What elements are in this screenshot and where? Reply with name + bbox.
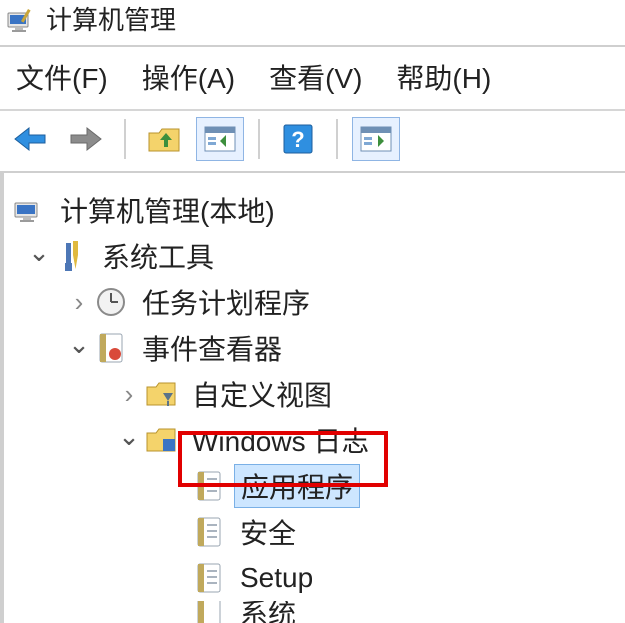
toolbar-back-button[interactable]: [6, 117, 54, 161]
tree-pane: 计算机管理(本地) 系统工具 任务计划程序: [0, 171, 625, 623]
tree-label: 安全: [234, 510, 302, 554]
expander-icon[interactable]: [64, 287, 94, 318]
system-tools-icon: [54, 240, 88, 272]
toolbar-show-pane-button[interactable]: [352, 117, 400, 161]
menu-help[interactable]: 帮助(H): [396, 57, 491, 97]
expander-icon[interactable]: [114, 425, 144, 456]
tree-label: 应用程序: [234, 464, 360, 508]
log-icon: [192, 470, 226, 502]
toolbar-separator: [336, 119, 338, 159]
toolbar-help-button[interactable]: ?: [274, 117, 322, 161]
expander-icon[interactable]: [64, 333, 94, 364]
tree-label: Setup: [234, 560, 319, 596]
tree-node-application[interactable]: 应用程序: [12, 463, 625, 509]
svg-text:?: ?: [291, 127, 304, 152]
toolbar: ?: [0, 109, 625, 171]
tree-label: 自定义视图: [186, 372, 338, 416]
toolbar-properties-button[interactable]: [196, 117, 244, 161]
log-icon: [192, 516, 226, 548]
toolbar-up-button[interactable]: [140, 117, 188, 161]
window-title: 计算机管理: [46, 0, 176, 37]
menu-action[interactable]: 操作(A): [142, 57, 235, 97]
tree-node-event-viewer[interactable]: 事件查看器: [12, 325, 625, 371]
log-icon: [192, 601, 226, 623]
menu-view[interactable]: 查看(V): [269, 57, 362, 97]
tree-label: Windows 日志: [186, 418, 375, 462]
tree-node-custom-views[interactable]: 自定义视图: [12, 371, 625, 417]
toolbar-separator: [124, 119, 126, 159]
tree-label: 任务计划程序: [136, 280, 316, 324]
tree-label: 系统工具: [96, 234, 220, 278]
folder-filter-icon: [144, 378, 178, 410]
tree-node-security[interactable]: 安全: [12, 509, 625, 555]
app-icon: [6, 5, 36, 33]
clock-icon: [94, 286, 128, 318]
window-titlebar: 计算机管理: [0, 0, 625, 45]
event-viewer-icon: [94, 332, 128, 364]
toolbar-forward-button[interactable]: [62, 117, 110, 161]
expander-icon[interactable]: [114, 379, 144, 410]
log-icon: [192, 562, 226, 594]
folder-icon: [144, 424, 178, 456]
toolbar-separator: [258, 119, 260, 159]
tree-node-system[interactable]: 系统: [12, 601, 625, 623]
menu-file[interactable]: 文件(F): [16, 57, 108, 97]
menubar: 文件(F) 操作(A) 查看(V) 帮助(H): [0, 45, 625, 109]
tree-node-setup[interactable]: Setup: [12, 555, 625, 601]
tree-node-windows-logs[interactable]: Windows 日志: [12, 417, 625, 463]
expander-icon[interactable]: [24, 241, 54, 272]
tree-label: 系统: [234, 601, 302, 623]
tree-node-root[interactable]: 计算机管理(本地): [12, 187, 625, 233]
tree-label: 计算机管理(本地): [54, 188, 281, 232]
tree-label: 事件查看器: [136, 326, 288, 370]
computer-management-icon: [12, 194, 46, 226]
tree-node-task-scheduler[interactable]: 任务计划程序: [12, 279, 625, 325]
tree-node-system-tools[interactable]: 系统工具: [12, 233, 625, 279]
